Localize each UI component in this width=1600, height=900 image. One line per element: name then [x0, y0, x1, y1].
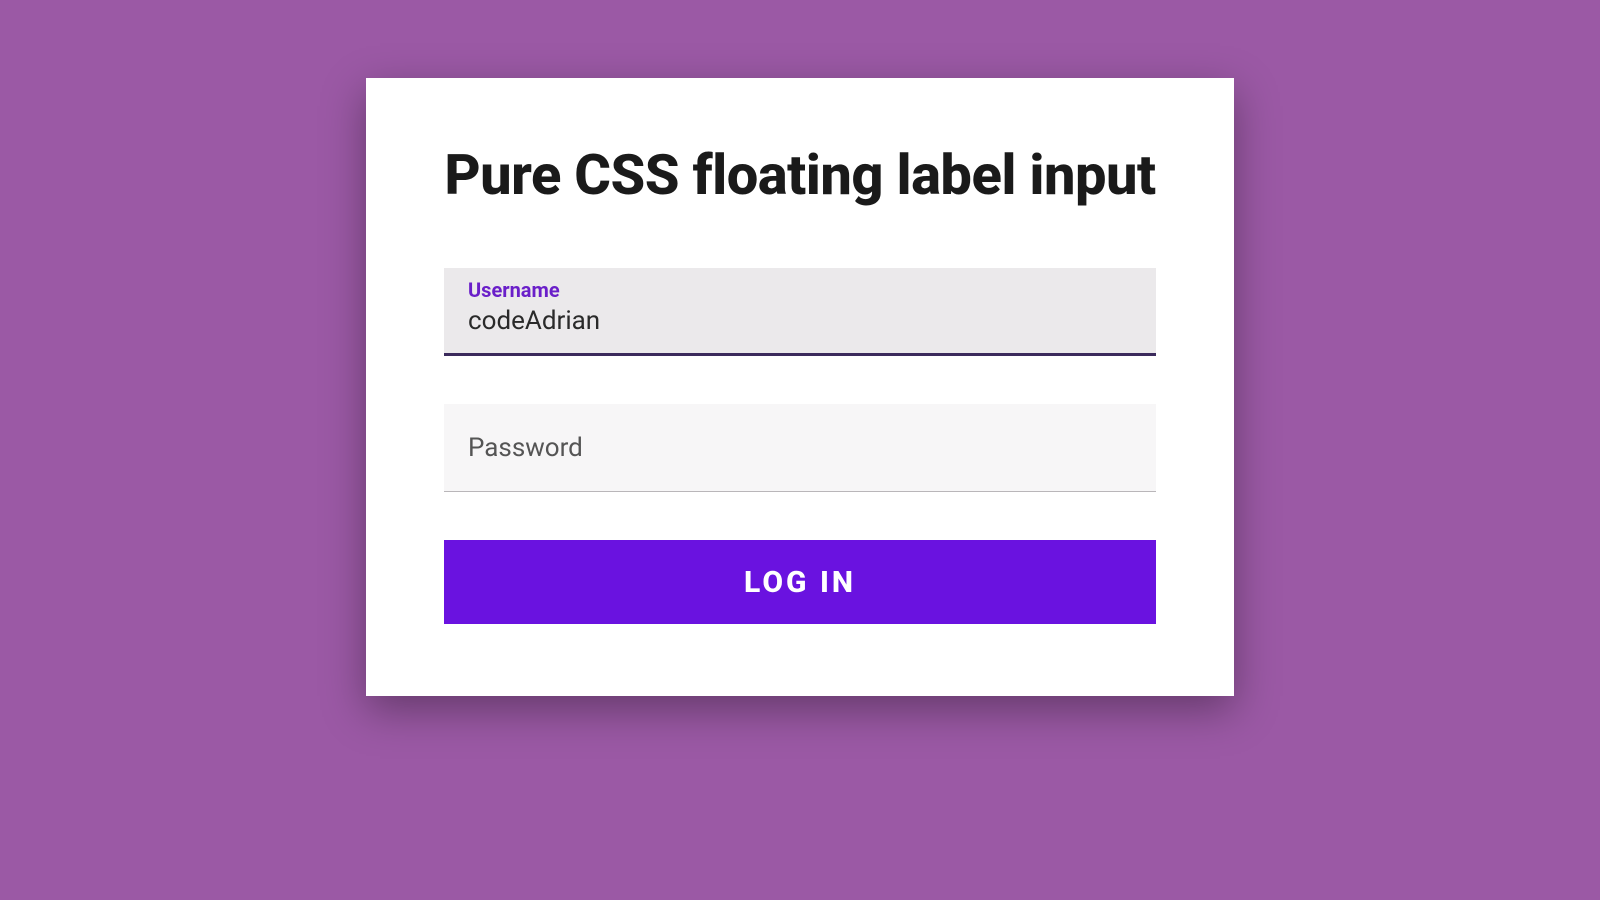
login-card: Pure CSS floating label input Username P… — [366, 78, 1234, 696]
username-input[interactable] — [468, 306, 1132, 336]
page-title: Pure CSS floating label input — [444, 142, 1156, 208]
username-label: Username — [468, 278, 1132, 302]
username-field[interactable]: Username — [444, 268, 1156, 356]
password-field[interactable]: Password — [444, 404, 1156, 492]
login-button[interactable]: LOG IN — [444, 540, 1156, 624]
